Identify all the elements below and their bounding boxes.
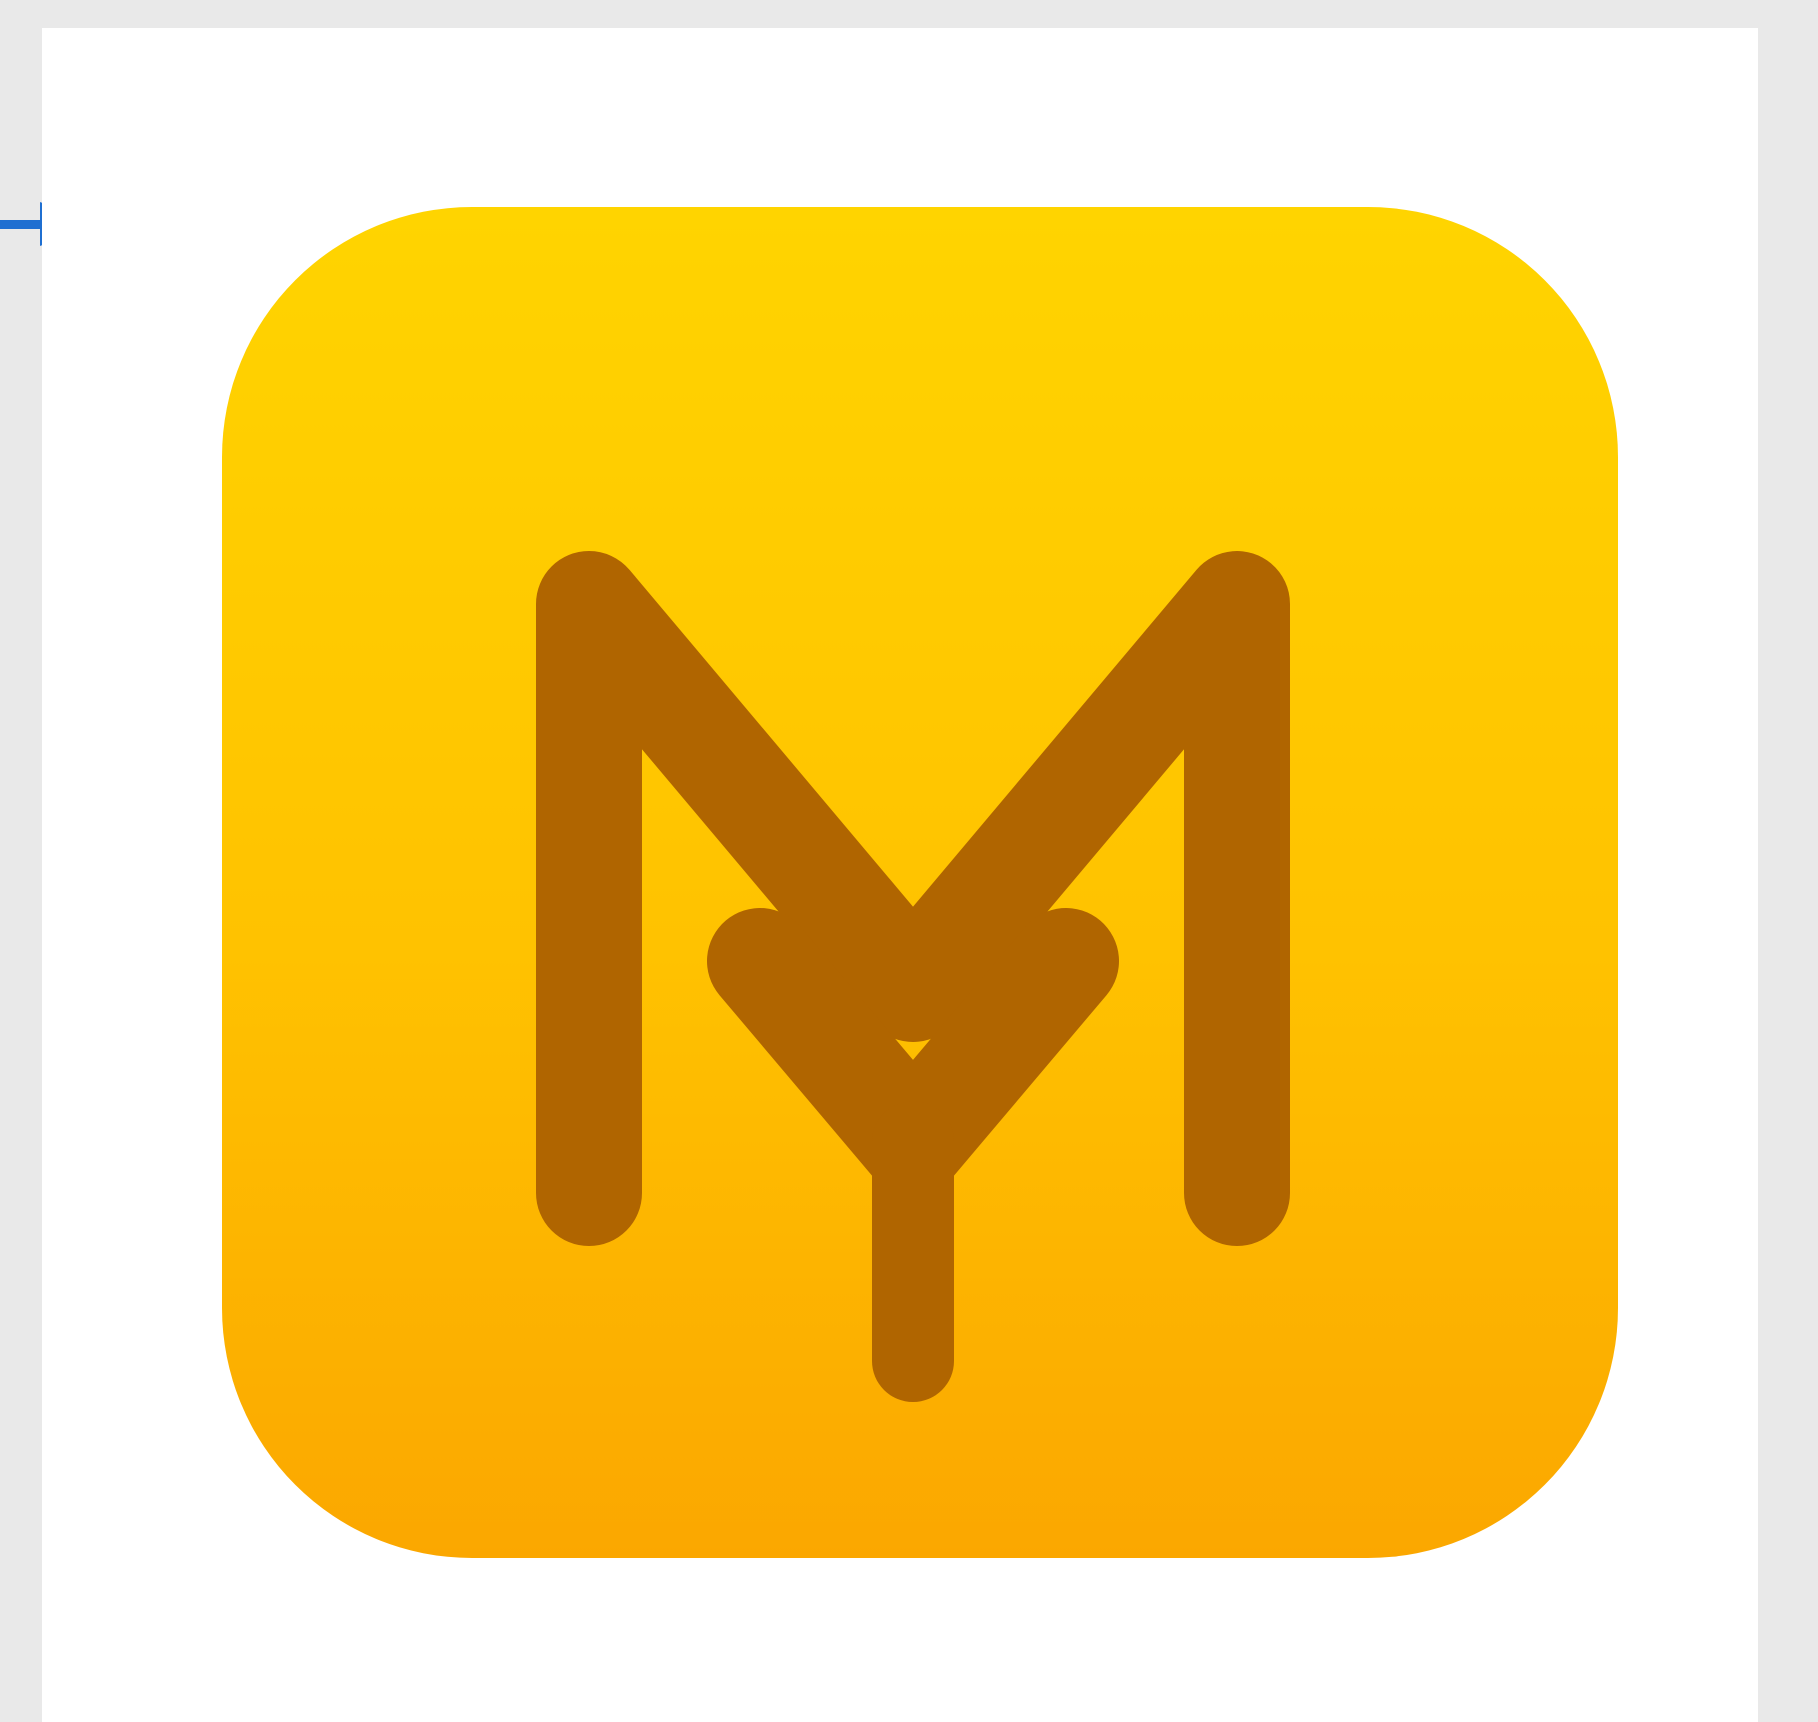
image-viewer <box>0 0 1818 1722</box>
app-icon <box>222 207 1618 1558</box>
image-panel <box>42 28 1758 1722</box>
